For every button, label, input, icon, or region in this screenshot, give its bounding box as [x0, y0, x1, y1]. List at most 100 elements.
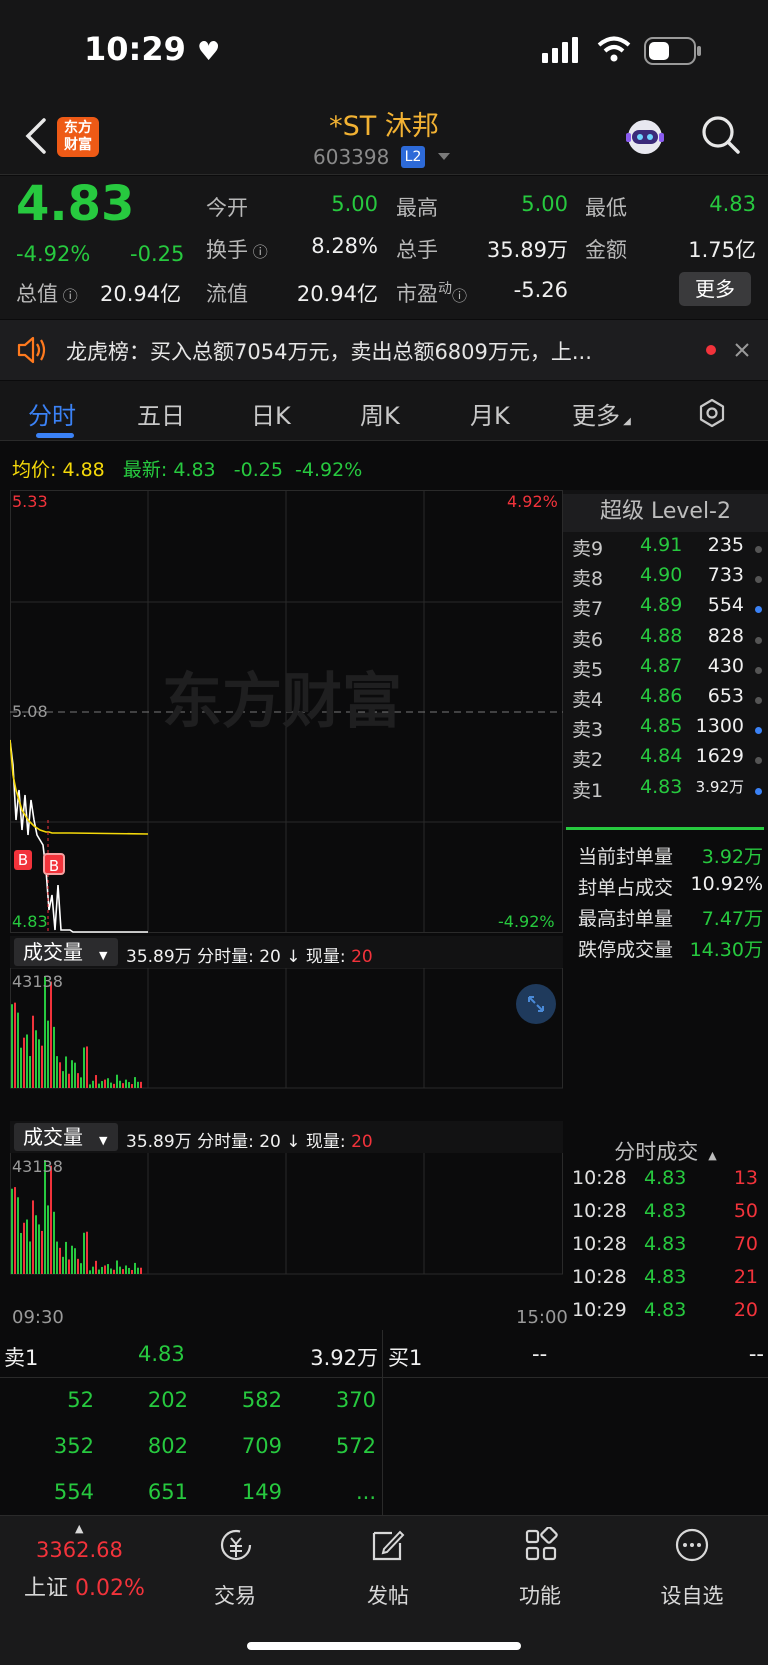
battery-icon	[644, 37, 701, 65]
nav-trade[interactable]: 交易	[175, 1580, 295, 1610]
order-dot	[755, 606, 762, 614]
trade-icon	[220, 1529, 252, 1561]
ask-price: 4.91	[640, 534, 683, 556]
volume-bar	[23, 1222, 25, 1274]
ask-row[interactable]: 卖3 4.85 1300	[572, 715, 762, 747]
volume-bar	[77, 1073, 79, 1088]
volume-bar	[134, 1077, 136, 1088]
float-value: 20.94亿	[296, 282, 378, 306]
volume-bar	[62, 1071, 64, 1088]
queue-order-qty: 352	[53, 1434, 94, 1458]
volume-dropdown[interactable]: 成交量 ▼	[14, 1123, 118, 1151]
buy-marker[interactable]: B	[14, 850, 32, 870]
intraday-chart[interactable]: 东方财富	[10, 490, 563, 1330]
tab-weekly-k[interactable]: 周K	[360, 396, 400, 431]
volume-bar	[47, 1020, 49, 1088]
settings-icon[interactable]	[697, 398, 727, 428]
tick-price: 4.83	[644, 1299, 687, 1321]
tick-volume: 50	[733, 1200, 758, 1222]
time-end: 15:00	[516, 1307, 568, 1328]
ask-row[interactable]: 卖7 4.89 554	[572, 594, 762, 626]
ask-label: 卖6	[572, 628, 604, 651]
ask-label: 卖3	[572, 719, 604, 742]
volume-bar	[26, 1219, 28, 1274]
volume-bar	[134, 1262, 136, 1274]
ask-row[interactable]: 卖5 4.87 430	[572, 655, 762, 687]
queue-buy-price: --	[532, 1342, 548, 1366]
volume-bar	[140, 1081, 142, 1088]
seal-value: 3.92万	[701, 846, 763, 868]
tab-five-day[interactable]: 五日	[137, 396, 185, 431]
volume-bar	[35, 1030, 37, 1088]
turnover-label: 换手 ⓘ	[206, 238, 268, 262]
volume-value: 35.89万	[486, 238, 568, 262]
tick-row: 10:29 4.83 20	[572, 1299, 762, 1331]
ask-row[interactable]: 卖9 4.91 235	[572, 534, 762, 566]
nav-post[interactable]: 发帖	[328, 1580, 448, 1610]
close-icon[interactable]	[734, 342, 750, 358]
tick-volume: 13	[733, 1167, 758, 1189]
volume-bar	[107, 1264, 109, 1274]
volume-bar	[44, 1160, 46, 1274]
change-value: -0.25	[130, 242, 185, 266]
robot-assistant-icon[interactable]	[622, 115, 668, 159]
buy-marker[interactable]: B	[43, 853, 65, 875]
volume-bar	[92, 1080, 94, 1088]
nav-add-watchlist[interactable]: 设自选	[632, 1580, 752, 1610]
ask-row[interactable]: 卖8 4.90 733	[572, 564, 762, 596]
index-value[interactable]: 3362.68	[36, 1538, 123, 1562]
status-time: 10:29 ♥	[84, 30, 221, 68]
tick-volume: 21	[733, 1266, 758, 1288]
nav-functions[interactable]: 功能	[480, 1580, 600, 1610]
tick-price: 4.83	[644, 1266, 687, 1288]
volume-bar	[17, 1012, 19, 1088]
ask-price: 4.84	[640, 745, 683, 768]
time-start: 09:30	[12, 1307, 64, 1328]
volume-bar	[14, 1002, 16, 1088]
volume-bar	[26, 1034, 28, 1088]
expand-button[interactable]	[516, 984, 556, 1024]
tab-monthly-k[interactable]: 月K	[470, 396, 510, 431]
tick-row: 10:28 4.83 70	[572, 1233, 762, 1265]
more-button[interactable]: 更多	[679, 272, 751, 306]
ask-row[interactable]: 卖1 4.83 3.92万	[572, 776, 762, 808]
volume-bar	[50, 1165, 52, 1274]
volume-label: 总手	[396, 238, 438, 262]
caret-up-icon: ▲	[75, 1522, 84, 1535]
volume-bar	[101, 1081, 103, 1088]
open-label: 今开	[206, 196, 248, 220]
queue-order-qty: 202	[147, 1388, 188, 1412]
ticks-title[interactable]: 分时成交 ▲	[563, 1136, 768, 1166]
tab-intraday[interactable]: 分时	[28, 396, 76, 431]
ask-row[interactable]: 卖2 4.84 1629	[572, 745, 762, 777]
price-line	[10, 739, 148, 933]
volume-bar	[47, 1205, 49, 1274]
volume-bar	[116, 1260, 118, 1274]
ask-row[interactable]: 卖4 4.86 653	[572, 685, 762, 717]
tick-time: 10:28	[572, 1233, 627, 1255]
tab-indicator	[36, 433, 74, 438]
chevron-down-icon[interactable]	[437, 152, 451, 162]
notice-text[interactable]: 龙虎榜：买入总额7054万元，卖出总额6809万元，上...	[66, 336, 676, 366]
volume-bar	[128, 1082, 130, 1088]
volume-bar	[62, 1256, 64, 1274]
volume-dropdown[interactable]: 成交量 ▼	[14, 938, 118, 966]
volume-bar	[86, 1231, 88, 1274]
index-ticker[interactable]: 上证 0.02%	[24, 1570, 145, 1602]
level2-divider	[566, 827, 764, 830]
queue-order-qty: ...	[355, 1480, 376, 1504]
axis-bottom-price: 4.83	[12, 912, 48, 931]
tab-daily-k[interactable]: 日K	[251, 396, 291, 431]
volume-bar	[104, 1265, 106, 1274]
volume-bar	[107, 1078, 109, 1088]
avg-price-line	[10, 739, 149, 835]
ask-qty: 235	[707, 534, 744, 556]
volume-bar	[77, 1258, 79, 1274]
volume-bar	[11, 1188, 13, 1274]
search-icon[interactable]	[700, 114, 742, 156]
avg-price-row: 均价: 4.88 最新: 4.83 -0.25 -4.92%	[12, 459, 363, 481]
seal-label: 跌停成交量	[578, 939, 674, 961]
ask-row[interactable]: 卖6 4.88 828	[572, 625, 762, 657]
amount-value: 1.75亿	[688, 238, 756, 262]
tab-more[interactable]: 更多 ◢	[572, 396, 631, 431]
